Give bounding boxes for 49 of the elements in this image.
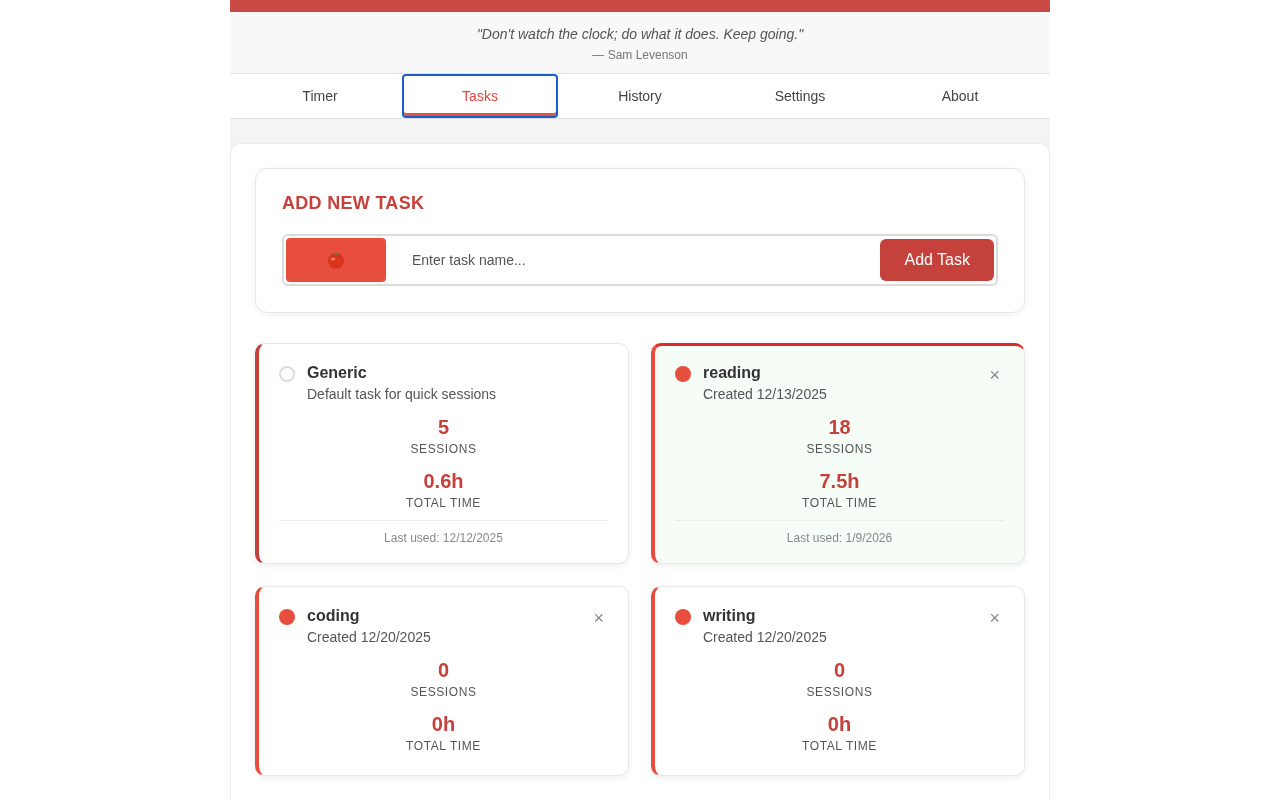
task-card[interactable]: reading Created 12/13/2025 × 18 SESSIONS 7.5h TOTAL TIME Last used: 1/9/2026: [651, 343, 1025, 564]
quote-author: — Sam Levenson: [591, 48, 689, 62]
task-subtitle: Created 12/13/2025: [703, 386, 828, 402]
tab[interactable]: About: [882, 74, 1038, 118]
task-input-field[interactable]: Enter task name... Add Task: [282, 234, 998, 286]
tab[interactable]: Tasks: [402, 74, 558, 118]
emoji-picker-button[interactable]: [286, 238, 386, 282]
status-dot: [675, 366, 691, 382]
task-card[interactable]: coding Created 12/20/2025 × 0 SESSIONS 0h TOTAL TIME: [255, 586, 629, 776]
sessions-label: SESSIONS: [805, 442, 874, 456]
status-dot: [279, 609, 295, 625]
total-time-label: TOTAL TIME: [801, 739, 878, 753]
total-time-label: TOTAL TIME: [405, 496, 482, 510]
section-title: ADD NEW TASK: [282, 193, 426, 214]
tomato-icon: [326, 250, 346, 270]
task-name: Generic: [307, 364, 368, 382]
task-name: writing: [703, 607, 757, 625]
add-task-button[interactable]: Add Task: [880, 239, 994, 281]
delete-button[interactable]: ×: [985, 609, 1004, 627]
status-dot: [675, 609, 691, 625]
task-subtitle: Created 12/20/2025: [307, 629, 432, 645]
delete-button[interactable]: ×: [985, 366, 1004, 384]
tab[interactable]: Timer: [242, 74, 398, 118]
total-time: 7.5h: [818, 470, 861, 493]
sessions-count: 0: [436, 659, 451, 682]
radio-icon: [279, 366, 295, 382]
sessions-label: SESSIONS: [805, 685, 874, 699]
sessions-label: SESSIONS: [409, 685, 478, 699]
task-name: reading: [703, 364, 762, 382]
tab[interactable]: History: [562, 74, 718, 118]
task-card[interactable]: Generic Default task for quick sessions 5 SESSIONS 0.6h TOTAL TIME Last used: 12/12/2025: [255, 343, 629, 564]
sessions-count: 18: [827, 416, 852, 439]
total-time: 0h: [430, 713, 457, 736]
task-name: coding: [307, 607, 361, 625]
task-card[interactable]: writing Created 12/20/2025 × 0 SESSIONS 0h TOTAL TIME: [651, 586, 1025, 776]
sessions-label: SESSIONS: [409, 442, 478, 456]
task-subtitle: Default task for quick sessions: [307, 386, 498, 402]
sessions-count: 5: [436, 416, 451, 439]
total-time: 0.6h: [422, 470, 465, 493]
quote-text: "Don't watch the clock; do what it does. Keep going.": [475, 26, 805, 42]
tab[interactable]: Settings: [722, 74, 878, 118]
total-time: 0h: [826, 713, 853, 736]
sessions-count: 0: [832, 659, 847, 682]
task-subtitle: Created 12/20/2025: [703, 629, 828, 645]
total-time-label: TOTAL TIME: [405, 739, 482, 753]
total-time-label: TOTAL TIME: [801, 496, 878, 510]
delete-button[interactable]: ×: [589, 609, 608, 627]
last-used: Last used: 1/9/2026: [675, 520, 1004, 545]
last-used: Last used: 12/12/2025: [279, 520, 608, 545]
